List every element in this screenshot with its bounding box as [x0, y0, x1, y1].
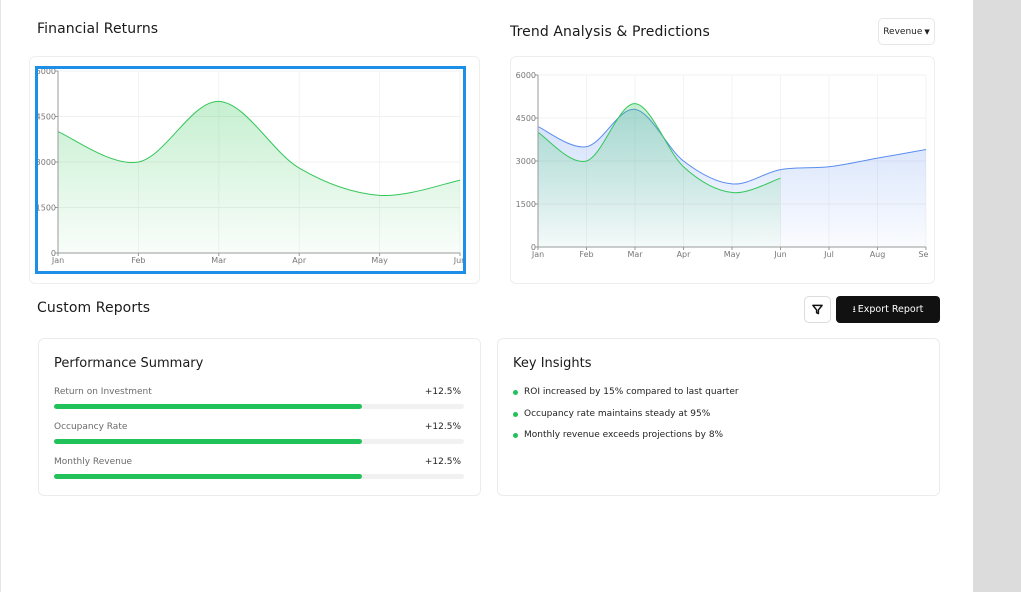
- x-tick-label: Feb: [579, 250, 593, 259]
- dashboard-main: Financial Returns 0 1500 3000 4500 6000 Jan Fe…: [0, 0, 973, 592]
- scrollbar-track[interactable]: [973, 0, 1021, 592]
- progress-bar-monthly-revenue: [54, 474, 464, 479]
- insight-text: Monthly revenue exceeds projections by 8…: [524, 430, 724, 440]
- export-report-label: Export Report: [857, 304, 924, 315]
- y-tick-label: 4500: [516, 114, 536, 123]
- insight-text: Occupancy rate maintains steady at 95%: [524, 409, 711, 419]
- performance-summary-title: Performance Summary: [54, 356, 204, 371]
- metric-value-monthly-revenue: +12.5%: [424, 457, 461, 467]
- bullet-dot-icon: [513, 389, 518, 395]
- metric-value-occupancy: +12.5%: [424, 422, 461, 432]
- metric-value-roi: +12.5%: [424, 387, 461, 397]
- progress-fill-roi: [54, 404, 362, 409]
- y-tick-label: 6000: [516, 71, 536, 80]
- download-icon: ⭳: [852, 304, 856, 315]
- progress-bar-occupancy: [54, 439, 464, 444]
- bullet-dot-icon: [513, 432, 518, 438]
- x-tick-label: Jan: [531, 250, 544, 259]
- y-tick-label: 3000: [516, 157, 536, 166]
- filter-button[interactable]: [804, 296, 831, 323]
- performance-summary-panel: Performance Summary Return on Investment…: [38, 338, 481, 496]
- bullet-dot-icon: [513, 411, 518, 417]
- insight-item: ROI increased by 15% compared to last qu…: [513, 387, 739, 397]
- progress-fill-monthly-revenue: [54, 474, 362, 479]
- y-tick-label: 1500: [516, 200, 536, 209]
- custom-reports-title: Custom Reports: [37, 300, 151, 316]
- x-tick-label: Sep: [918, 250, 933, 259]
- x-tick-label: Mar: [627, 250, 643, 259]
- metric-label-roi: Return on Investment: [54, 387, 152, 397]
- metric-label-monthly-revenue: Monthly Revenue: [54, 457, 133, 467]
- export-report-button[interactable]: ⭳ Export Report: [836, 296, 940, 323]
- x-tick-label: Apr: [677, 250, 692, 259]
- key-insights-panel: Key Insights ROI increased by 15% compar…: [497, 338, 940, 496]
- x-tick-label: Jun: [773, 250, 787, 259]
- insight-item: Monthly revenue exceeds projections by 8…: [513, 430, 723, 440]
- insight-text: ROI increased by 15% compared to last qu…: [524, 387, 739, 397]
- series-area: [538, 103, 781, 247]
- x-tick-label: Aug: [870, 250, 886, 259]
- metric-label-occupancy: Occupancy Rate: [54, 422, 128, 432]
- progress-bar-roi: [54, 404, 464, 409]
- x-tick-label: May: [724, 250, 741, 259]
- key-insights-title: Key Insights: [513, 356, 592, 371]
- insight-item: Occupancy rate maintains steady at 95%: [513, 409, 710, 419]
- filter-icon: [812, 304, 823, 315]
- progress-fill-occupancy: [54, 439, 362, 444]
- x-tick-label: Jul: [823, 250, 834, 259]
